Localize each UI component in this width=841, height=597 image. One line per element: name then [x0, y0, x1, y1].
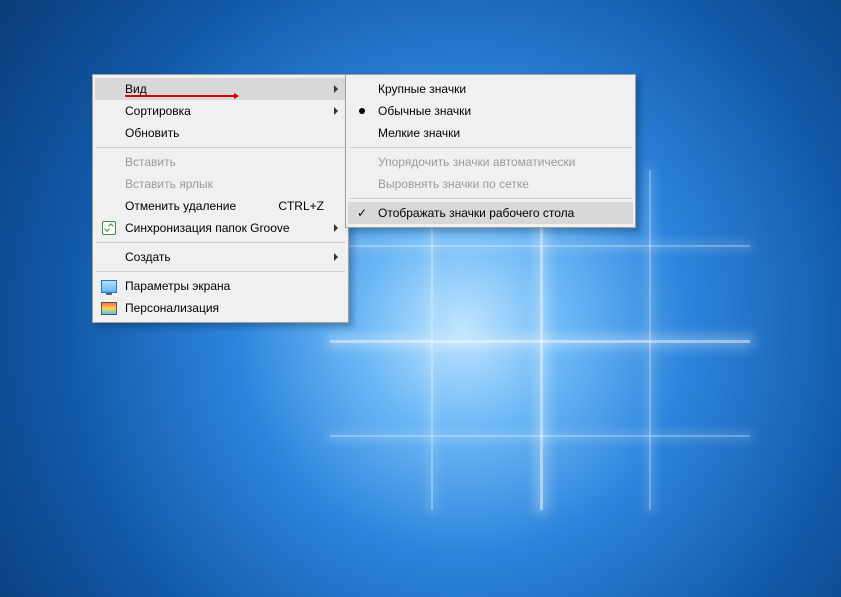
menu-item-label: Отображать значки рабочего стола — [378, 206, 611, 220]
menu-item-label: Обновить — [125, 126, 324, 140]
menu-item-paste-shortcut: Вставить ярлык — [95, 173, 346, 195]
menu-separator — [349, 147, 632, 148]
menu-separator — [96, 271, 345, 272]
menu-item-new[interactable]: Создать — [95, 246, 346, 268]
menu-item-label: Параметры экрана — [125, 279, 324, 293]
menu-item-label: Вставить ярлык — [125, 177, 324, 191]
submenu-item-align-grid[interactable]: Выровнять значки по сетке — [348, 173, 633, 195]
menu-item-label: Упорядочить значки автоматически — [378, 155, 611, 169]
menu-item-label: Создать — [125, 250, 324, 264]
menu-item-label: Обычные значки — [378, 104, 611, 118]
submenu-arrow-icon — [334, 85, 338, 93]
desktop-background[interactable]: Вид Сортировка Обновить Вставить Вставит… — [0, 0, 841, 597]
menu-item-label: Вид — [125, 82, 324, 96]
menu-item-personalize[interactable]: Персонализация — [95, 297, 346, 319]
menu-separator — [349, 198, 632, 199]
menu-item-groove-sync[interactable]: Синхронизация папок Groove — [95, 217, 346, 239]
menu-item-paste: Вставить — [95, 151, 346, 173]
menu-item-label: Персонализация — [125, 301, 324, 315]
radio-selected-icon — [354, 103, 370, 119]
submenu-item-large-icons[interactable]: Крупные значки — [348, 78, 633, 100]
menu-item-label: Выровнять значки по сетке — [378, 177, 611, 191]
menu-item-refresh[interactable]: Обновить — [95, 122, 346, 144]
menu-item-view[interactable]: Вид — [95, 78, 346, 100]
personalize-icon — [101, 300, 117, 316]
menu-item-label: Синхронизация папок Groove — [125, 221, 324, 235]
menu-item-label: Крупные значки — [378, 82, 611, 96]
submenu-item-show-desktop-icons[interactable]: ✓ Отображать значки рабочего стола — [348, 202, 633, 224]
checkmark-icon: ✓ — [354, 205, 370, 221]
display-settings-icon — [101, 278, 117, 294]
annotation-underline — [125, 95, 236, 97]
submenu-arrow-icon — [334, 224, 338, 232]
menu-item-undo-delete[interactable]: Отменить удаление CTRL+Z — [95, 195, 346, 217]
submenu-arrow-icon — [334, 107, 338, 115]
menu-item-shortcut: CTRL+Z — [278, 199, 324, 213]
menu-separator — [96, 242, 345, 243]
submenu-arrow-icon — [334, 253, 338, 261]
menu-separator — [96, 147, 345, 148]
submenu-item-auto-arrange[interactable]: Упорядочить значки автоматически — [348, 151, 633, 173]
menu-item-label: Сортировка — [125, 104, 324, 118]
view-submenu: Крупные значки Обычные значки Мелкие зна… — [345, 74, 636, 228]
submenu-item-medium-icons[interactable]: Обычные значки — [348, 100, 633, 122]
menu-item-display-settings[interactable]: Параметры экрана — [95, 275, 346, 297]
groove-sync-icon — [101, 220, 117, 236]
menu-item-label: Мелкие значки — [378, 126, 611, 140]
menu-item-label: Вставить — [125, 155, 324, 169]
submenu-item-small-icons[interactable]: Мелкие значки — [348, 122, 633, 144]
menu-item-label: Отменить удаление — [125, 199, 266, 213]
menu-item-sort[interactable]: Сортировка — [95, 100, 346, 122]
desktop-context-menu: Вид Сортировка Обновить Вставить Вставит… — [92, 74, 349, 323]
